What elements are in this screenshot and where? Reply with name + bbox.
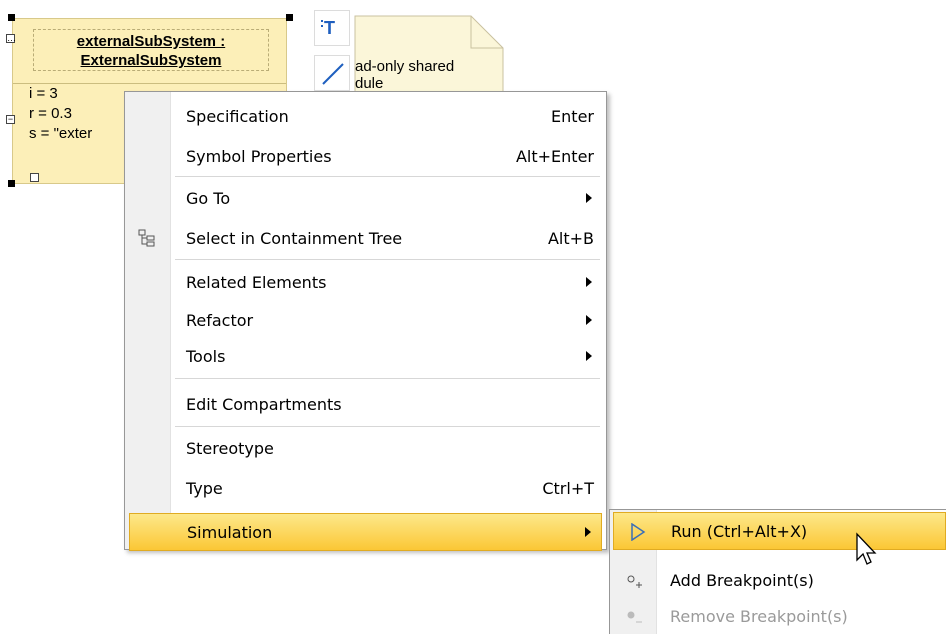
submenu-item-label: Add Breakpoint(s) [670, 571, 814, 590]
selection-handle-top-right[interactable] [286, 14, 293, 21]
slot-s: s = "exter [29, 125, 93, 142]
submenu-arrow-icon [585, 527, 591, 537]
menu-item-type[interactable]: Type Ctrl+T [125, 470, 606, 508]
menu-item-simulation[interactable]: Simulation [129, 513, 602, 551]
submenu-item-run[interactable]: Run (Ctrl+Alt+X) [613, 512, 946, 550]
submenu-item-label: Run (Ctrl+Alt+X) [671, 522, 808, 541]
menu-item-label: Tools [186, 347, 226, 366]
menu-item-go-to[interactable]: Go To [125, 180, 606, 218]
menu-item-label: Specification [186, 107, 289, 126]
connector-tool-button[interactable] [314, 55, 350, 91]
expand-icon[interactable] [30, 173, 39, 182]
menu-item-label: Refactor [186, 311, 254, 330]
note-text-line1: ad-only shared [355, 58, 455, 75]
submenu-arrow-icon [586, 277, 592, 287]
context-menu: Specification Enter Symbol Properties Al… [124, 91, 607, 551]
menu-separator [175, 176, 600, 177]
submenu-item-add-breakpoint[interactable]: Add Breakpoint(s) [610, 562, 946, 600]
instance-name-line1: externalSubSystem : [76, 33, 226, 50]
containment-tree-icon [138, 229, 155, 247]
menu-separator [175, 378, 600, 379]
instance-type-line: ExternalSubSystem [80, 52, 222, 69]
play-icon [631, 523, 646, 541]
submenu-arrow-icon [586, 351, 592, 361]
add-breakpoint-icon [627, 575, 642, 588]
slot-i: i = 3 [29, 85, 58, 102]
menu-item-tools[interactable]: Tools [125, 338, 606, 376]
menu-item-shortcut: Alt+Enter [515, 147, 594, 166]
menu-item-label: Type [186, 479, 223, 498]
menu-item-label: Simulation [187, 523, 273, 542]
menu-item-shortcut: Ctrl+T [542, 479, 594, 498]
note-text: ad-only shared dule [355, 58, 454, 92]
note-text-line2: dule [355, 75, 384, 92]
menu-item-shortcut: Alt+B [547, 229, 594, 248]
menu-item-label: Symbol Properties [186, 147, 332, 166]
selection-handle-top-left[interactable] [8, 14, 15, 21]
submenu-item-remove-breakpoint[interactable]: Remove Breakpoint(s) [610, 598, 946, 636]
mouse-pointer-icon [856, 532, 877, 565]
menu-item-specification[interactable]: Specification Enter [125, 98, 606, 136]
menu-item-refactor[interactable]: Refactor [125, 302, 606, 340]
submenu-arrow-icon [586, 193, 592, 203]
line-tool-icon [322, 63, 344, 85]
text-tool-button[interactable]: T [314, 10, 350, 46]
menu-item-edit-compartments[interactable]: Edit Compartments [125, 386, 606, 424]
text-tool-icon: T [321, 18, 335, 38]
remove-breakpoint-icon [627, 611, 642, 623]
menu-item-related-elements[interactable]: Related Elements [125, 264, 606, 302]
menu-item-stereotype[interactable]: Stereotype [125, 430, 606, 468]
menu-item-label: Go To [186, 189, 231, 208]
compartment-divider [13, 83, 286, 84]
collapse-icon[interactable]: … [6, 34, 16, 43]
menu-separator [175, 426, 600, 427]
menu-item-label: Edit Compartments [186, 395, 342, 414]
submenu-arrow-icon [586, 315, 592, 325]
menu-item-label: Select in Containment Tree [186, 229, 403, 248]
menu-item-label: Stereotype [186, 439, 274, 458]
submenu-item-label: Remove Breakpoint(s) [670, 607, 848, 626]
simulation-submenu: Run (Ctrl+Alt+X) Add Breakpoint(s) Remov… [609, 509, 946, 634]
instance-name: externalSubSystem : ExternalSubSystem [33, 29, 269, 71]
menu-item-symbol-properties[interactable]: Symbol Properties Alt+Enter [125, 138, 606, 176]
menu-separator [175, 259, 600, 260]
compartment-toggle-icon[interactable]: − [6, 115, 15, 124]
menu-item-label: Related Elements [186, 273, 327, 292]
menu-item-shortcut: Enter [551, 107, 594, 126]
slot-r: r = 0.3 [29, 105, 72, 122]
selection-handle-bottom-left[interactable] [8, 180, 15, 187]
svg-text:T: T [324, 18, 335, 38]
menu-item-select-in-containment-tree[interactable]: Select in Containment Tree Alt+B [125, 220, 606, 258]
